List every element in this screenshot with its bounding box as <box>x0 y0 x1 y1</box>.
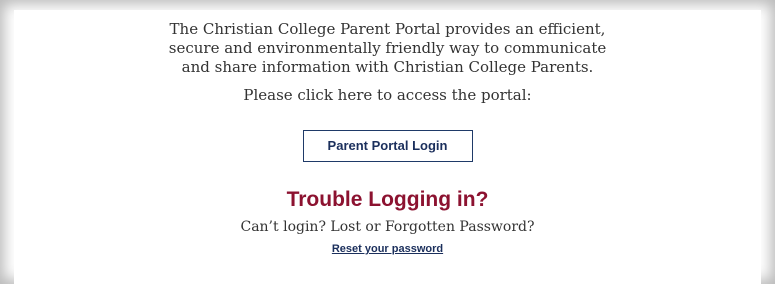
parent-portal-section: The Christian College Parent Portal prov… <box>14 10 761 284</box>
page-frame: The Christian College Parent Portal prov… <box>0 0 775 284</box>
portal-access-prompt: Please click here to access the portal: <box>243 86 532 104</box>
trouble-logging-in-heading: Trouble Logging in? <box>286 188 489 211</box>
intro-paragraph: The Christian College Parent Portal prov… <box>168 20 607 76</box>
lost-password-text: Can’t login? Lost or Forgotten Password? <box>240 219 535 235</box>
reset-password-link[interactable]: Reset your password <box>332 243 443 255</box>
parent-portal-login-button[interactable]: Parent Portal Login <box>302 130 473 162</box>
